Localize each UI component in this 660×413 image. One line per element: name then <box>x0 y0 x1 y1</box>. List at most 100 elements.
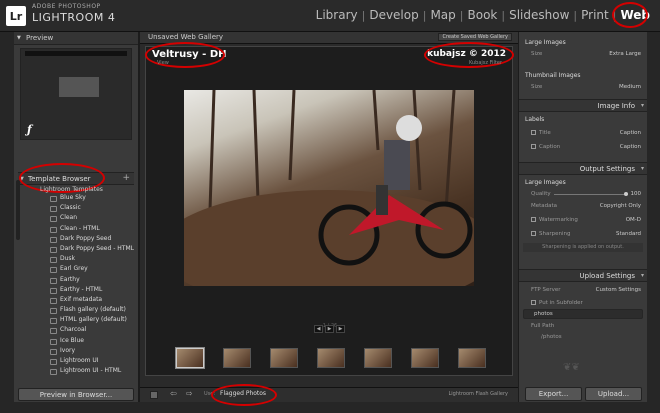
upload-button[interactable]: Upload... <box>585 387 642 401</box>
subfolder-row[interactable]: Put in Subfolder <box>519 300 647 306</box>
export-button[interactable]: Export... <box>525 387 582 401</box>
template-item[interactable]: Dark Poppy Seed - HTML <box>14 244 138 254</box>
left-panel: ▼ Preview ƒ ▼ Template Browser + Lightroo… <box>14 32 138 402</box>
template-item[interactable]: Ivory <box>14 346 138 356</box>
template-item[interactable]: Lightroom UI <box>14 356 138 366</box>
panel-end-ornament-icon: ❦❦ <box>563 362 580 373</box>
caption-row[interactable]: Caption Caption <box>519 144 647 150</box>
module-print[interactable]: Print <box>577 8 613 22</box>
brand-title: LIGHTROOM 4 <box>32 11 116 24</box>
module-library[interactable]: Library <box>312 8 362 22</box>
template-item[interactable]: Exif metadata <box>14 295 138 305</box>
gallery-type[interactable]: Lightroom Flash Gallery <box>448 391 508 397</box>
template-item[interactable]: Blue Sky <box>14 193 138 203</box>
forward-arrow-icon[interactable]: ⇨ <box>186 389 193 398</box>
upload-settings-section: Upload Settings FTP ServerCustom Setting… <box>519 269 647 340</box>
thumbnail[interactable] <box>223 348 251 368</box>
add-icon[interactable]: + <box>122 173 130 183</box>
subfolder-input[interactable]: photos <box>523 309 643 319</box>
gallery-subtitle: Kubajsz Filter <box>468 60 502 66</box>
brand-small: ADOBE PHOTOSHOP <box>32 3 101 10</box>
module-develop[interactable]: Develop <box>365 8 422 22</box>
thumbnail[interactable] <box>458 348 486 368</box>
template-item[interactable]: Classic <box>14 203 138 213</box>
preview-title: Preview <box>26 34 54 42</box>
quality-slider[interactable]: Quality 100 <box>519 191 647 197</box>
template-item[interactable]: Ice Blue <box>14 336 138 346</box>
sharpening-row[interactable]: Sharpening Standard <box>519 231 647 237</box>
grid-view-icon[interactable] <box>150 391 158 399</box>
output-settings-header[interactable]: Output Settings <box>519 162 647 175</box>
flash-icon: ƒ <box>27 123 32 136</box>
template-item[interactable]: Flash gallery (default) <box>14 305 138 315</box>
gallery-canvas: Veltrusy - DH kubajsz © 2012 View Kubajs… <box>145 42 514 376</box>
bottom-edge <box>0 402 660 413</box>
triangle-icon: ▼ <box>17 35 21 41</box>
sharpening-note: Sharpening is applied on output. <box>523 243 643 252</box>
large-images-size[interactable]: Size Extra Large <box>519 51 647 57</box>
checkbox[interactable] <box>531 217 536 222</box>
highlight-ring <box>211 384 277 406</box>
gallery-nav: ◀ ▶ ▶ <box>314 325 345 333</box>
template-item[interactable]: Earl Grey <box>14 264 138 274</box>
ftp-server-row[interactable]: FTP Server Custom Settings <box>519 287 647 293</box>
template-browser-header[interactable]: ▼ Template Browser + <box>18 163 134 193</box>
checkbox[interactable] <box>531 300 536 305</box>
left-scrollbar[interactable] <box>16 180 20 240</box>
module-map[interactable]: Map <box>426 8 459 22</box>
back-arrow-icon[interactable]: ⇦ <box>170 389 177 398</box>
checkbox[interactable] <box>531 231 536 236</box>
thumbnail[interactable] <box>411 348 439 368</box>
create-saved-gallery-button[interactable]: Create Saved Web Gallery <box>438 33 512 41</box>
thumbnail-images-section: Thumbnail Images Size Medium <box>519 72 647 90</box>
template-item[interactable]: Dark Poppy Seed <box>14 234 138 244</box>
bottom-toolbar: ⇦ ⇨ Use: Flagged Photos Lightroom Flash … <box>140 384 518 406</box>
checkbox[interactable] <box>531 144 536 149</box>
labels-label: Labels <box>525 116 545 123</box>
module-picker: Library | Develop | Map | Book | Slideshow | … <box>312 2 654 28</box>
image-info-header[interactable]: Image Info <box>519 99 647 112</box>
watermarking-row[interactable]: Watermarking OM-D <box>519 217 647 223</box>
thumbnail[interactable] <box>364 348 392 368</box>
lightroom-logo: Lr <box>6 6 26 26</box>
template-item[interactable]: Dusk <box>14 254 138 264</box>
right-panel: Large Images Size Extra Large Thumbnail I… <box>519 32 647 402</box>
template-group[interactable]: Lightroom Templates <box>40 186 103 193</box>
view-label: View <box>157 60 169 66</box>
template-item[interactable]: HTML gallery (default) <box>14 315 138 325</box>
template-item[interactable]: Earthy - HTML <box>14 285 138 295</box>
thumbnail[interactable] <box>270 348 298 368</box>
preview-panel-header[interactable]: ▼ Preview <box>14 32 138 45</box>
module-web[interactable]: Web <box>612 2 654 28</box>
metadata-row[interactable]: Metadata Copyright Only <box>519 203 647 209</box>
template-item[interactable]: Lightroom UI - HTML <box>14 366 138 376</box>
thumbnail[interactable] <box>317 348 345 368</box>
preview-in-browser-button[interactable]: Preview in Browser... <box>18 388 134 401</box>
thumbnail[interactable] <box>175 347 205 369</box>
main-photo <box>184 90 474 286</box>
full-path-label: Full Path <box>531 323 555 329</box>
gallery-preview: ƒ <box>20 48 132 140</box>
checkbox[interactable] <box>531 130 536 135</box>
template-item[interactable]: Earthy <box>14 275 138 285</box>
left-edge <box>0 32 14 413</box>
upload-settings-header[interactable]: Upload Settings <box>519 269 647 282</box>
template-item[interactable]: Clean - HTML <box>14 224 138 234</box>
template-item[interactable]: Charcoal <box>14 325 138 335</box>
next-icon[interactable]: ▶ <box>336 325 345 333</box>
right-edge <box>647 32 660 413</box>
full-path-value: /photos <box>541 334 562 340</box>
output-settings-section: Output Settings Large Images Quality100 … <box>519 162 647 252</box>
template-item[interactable]: Clean <box>14 213 138 223</box>
module-book[interactable]: Book <box>464 8 502 22</box>
highlight-ring <box>612 2 649 28</box>
thumbnail-size[interactable]: Size Medium <box>519 84 647 90</box>
gallery-name: Unsaved Web Gallery <box>148 33 224 41</box>
module-slideshow[interactable]: Slideshow <box>505 8 573 22</box>
prev-icon[interactable]: ◀ <box>314 325 323 333</box>
title-row[interactable]: Title Caption <box>519 130 647 136</box>
play-icon[interactable]: ▶ <box>325 325 334 333</box>
output-large-images-label: Large Images <box>525 179 566 186</box>
thumbnail-images-label: Thumbnail Images <box>525 72 581 79</box>
top-bar: Lr ADOBE PHOTOSHOP LIGHTROOM 4 Library | … <box>0 0 660 32</box>
